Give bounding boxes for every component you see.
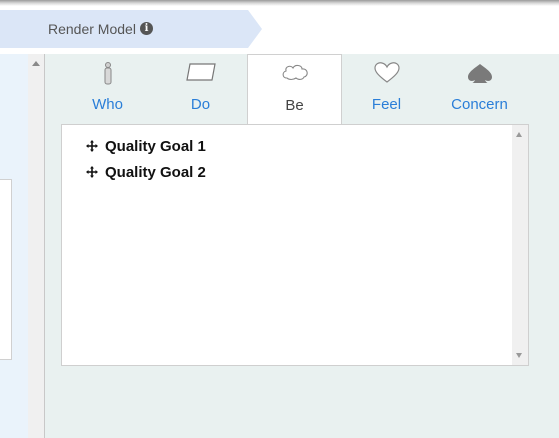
heart-icon	[340, 62, 433, 88]
left-scrollbar[interactable]	[28, 54, 45, 438]
breadcrumb-label: Render Model	[48, 21, 136, 37]
tab-who[interactable]: Who	[61, 54, 154, 124]
goal-label: Quality Goal 2	[105, 163, 206, 181]
scroll-up-arrow-icon[interactable]	[516, 132, 522, 137]
main-panel: Who Do Be Feel Concern Quality Goal 1 Qu…	[45, 54, 559, 438]
content-scrollbar[interactable]	[512, 125, 528, 365]
tab-concern-label: Concern	[451, 96, 508, 113]
left-panel-box	[0, 179, 12, 360]
tab-feel[interactable]: Feel	[340, 54, 433, 124]
tab-do-label: Do	[190, 96, 211, 113]
goal-item[interactable]: Quality Goal 1	[86, 136, 206, 156]
info-circle-icon[interactable]: i	[140, 22, 153, 35]
person-icon	[61, 62, 154, 88]
tab-be[interactable]: Be	[247, 54, 342, 125]
left-panel	[0, 54, 28, 438]
tab-who-label: Who	[92, 96, 123, 113]
tab-be-label: Be	[285, 97, 304, 114]
tab-do[interactable]: Do	[154, 54, 247, 124]
cloud-icon	[248, 63, 341, 89]
move-icon[interactable]	[86, 140, 98, 152]
parallelogram-icon	[154, 62, 247, 88]
goal-list-panel: Quality Goal 1 Quality Goal 2	[61, 124, 529, 366]
tab-feel-label: Feel	[371, 96, 402, 113]
spade-icon	[433, 62, 526, 88]
scroll-down-arrow-icon[interactable]	[516, 353, 522, 358]
top-shadow	[0, 0, 559, 6]
move-icon[interactable]	[86, 166, 98, 178]
tab-bar: Who Do Be Feel Concern	[57, 54, 555, 125]
tab-concern[interactable]: Concern	[433, 54, 526, 124]
goal-label: Quality Goal 1	[105, 137, 206, 155]
breadcrumb[interactable]: Render Model i	[0, 10, 262, 48]
scroll-up-arrow-icon[interactable]	[32, 61, 40, 66]
goal-item[interactable]: Quality Goal 2	[86, 162, 206, 182]
